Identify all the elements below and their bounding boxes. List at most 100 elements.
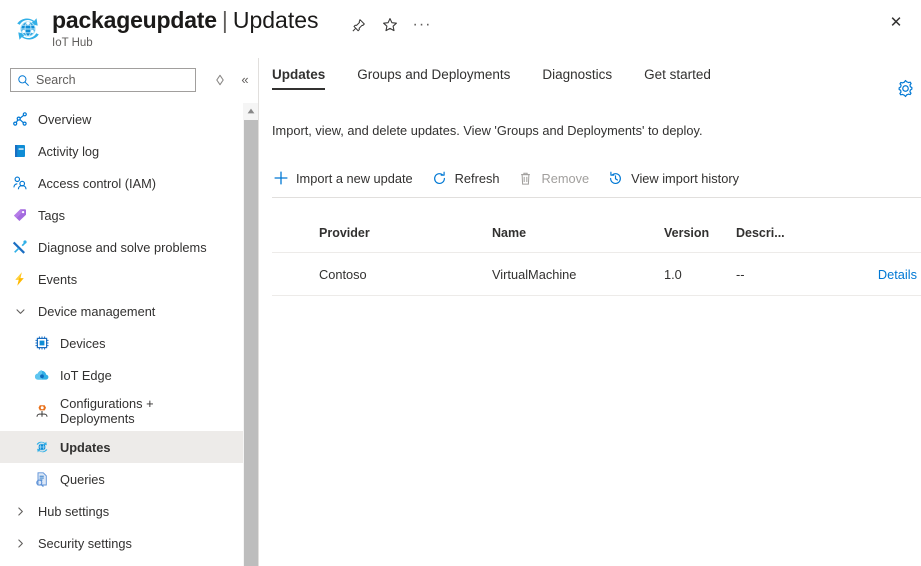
import-a-new-update-button[interactable]: Import a new update (272, 170, 413, 187)
sidebar-item-activity-log[interactable]: Activity log (0, 135, 243, 167)
resource-type-subtitle: IoT Hub (52, 36, 319, 50)
sidebar-item-diagnose[interactable]: Diagnose and solve problems (0, 231, 243, 263)
tab-get-started[interactable]: Get started (644, 61, 711, 90)
configurations-icon (34, 403, 50, 419)
cell-description: -- (736, 267, 804, 282)
content-tabs: Updates Groups and Deployments Diagnosti… (259, 61, 743, 97)
column-header-provider[interactable]: Provider (272, 226, 492, 240)
history-clock-icon (607, 170, 624, 187)
sidebar-item-label: IoT Edge (60, 368, 112, 383)
updates-icon (34, 439, 50, 455)
sidebar-item-label: Configurations + Deployments (60, 396, 220, 427)
diagnose-icon (12, 239, 28, 255)
sidebar-scroll-area: Overview Activity log (0, 103, 259, 566)
sidebar-item-tags[interactable]: Tags (0, 199, 243, 231)
sidebar-item-label: Diagnose and solve problems (38, 240, 207, 255)
tags-icon (12, 207, 28, 223)
blade-content: Updates Groups and Deployments Diagnosti… (259, 58, 921, 566)
command-label: Remove (541, 171, 589, 186)
blade-sidebar: « Overview (0, 58, 259, 566)
access-control-icon (12, 175, 28, 191)
plus-icon (272, 170, 289, 187)
events-icon (12, 271, 28, 287)
sidebar-group-hub-settings[interactable]: Hub settings (0, 495, 243, 527)
tab-updates[interactable]: Updates (272, 61, 325, 90)
sidebar-search-row: « (0, 68, 259, 98)
cell-version: 1.0 (664, 267, 736, 282)
sidebar-item-devices[interactable]: Devices (0, 327, 243, 359)
command-bar: Import a new update Refresh (272, 163, 757, 193)
column-header-name[interactable]: Name (492, 226, 664, 240)
sidebar-item-access-control[interactable]: Access control (IAM) (0, 167, 243, 199)
chevron-right-icon (12, 503, 28, 519)
search-input[interactable] (36, 73, 189, 87)
sidebar-item-label: Activity log (38, 144, 99, 159)
scroll-up-arrow-icon[interactable] (243, 103, 259, 119)
sidebar-group-security-settings[interactable]: Security settings (0, 527, 243, 559)
queries-icon (34, 471, 50, 487)
sidebar-item-label: Events (38, 272, 77, 287)
pin-icon[interactable] (345, 12, 371, 38)
blade-name: Updates (233, 7, 319, 33)
star-icon[interactable] (377, 12, 403, 38)
table-header-row: Provider Name Version Descri... (272, 213, 921, 253)
sidebar-scrollbar[interactable] (243, 103, 259, 566)
table-row[interactable]: Contoso VirtualMachine 1.0 -- Details (272, 253, 921, 296)
page-title: packageupdate|Updates IoT Hub (52, 6, 319, 50)
sidebar-item-label: Overview (38, 112, 91, 127)
sidebar-item-label: Access control (IAM) (38, 176, 156, 191)
details-link[interactable]: Details (804, 267, 921, 282)
command-label: Refresh (455, 171, 500, 186)
title-separator: | (222, 7, 228, 33)
sidebar-group-label: Security settings (38, 536, 132, 551)
pin-blade-icon[interactable] (211, 71, 229, 89)
command-label: View import history (631, 171, 739, 186)
blade-description: Import, view, and delete updates. View '… (272, 123, 703, 138)
command-bar-divider (272, 197, 921, 198)
close-icon[interactable]: ✕ (882, 8, 910, 36)
sidebar-item-updates[interactable]: Updates (0, 431, 243, 463)
refresh-icon (431, 170, 448, 187)
iot-hub-update-icon (12, 13, 44, 45)
activity-log-icon (12, 143, 28, 159)
sidebar-item-queries[interactable]: Queries (0, 463, 243, 495)
sidebar-group-label: Hub settings (38, 504, 109, 519)
refresh-button[interactable]: Refresh (431, 170, 500, 187)
sidebar-item-configurations-deployments[interactable]: Configurations + Deployments (0, 391, 243, 431)
chevron-down-icon (12, 303, 28, 319)
tab-diagnostics[interactable]: Diagnostics (542, 61, 612, 90)
command-label: Import a new update (296, 171, 413, 186)
scrollbar-thumb[interactable] (244, 120, 258, 566)
overview-icon (12, 111, 28, 127)
column-header-version[interactable]: Version (664, 226, 736, 240)
sidebar-item-label: Tags (38, 208, 65, 223)
sidebar-item-iot-edge[interactable]: IoT Edge (0, 359, 243, 391)
blade-header: packageupdate|Updates IoT Hub ··· ✕ (0, 0, 921, 58)
trash-icon (517, 170, 534, 187)
search-icon (17, 74, 30, 87)
chevron-double-left-icon[interactable]: « (236, 70, 254, 90)
sidebar-item-label: Queries (60, 472, 105, 487)
sidebar-item-label: Updates (60, 440, 111, 455)
column-header-description[interactable]: Descri... (736, 226, 804, 240)
gear-icon[interactable] (896, 79, 916, 99)
resource-name: packageupdate (52, 7, 217, 33)
iot-edge-icon (34, 367, 50, 383)
updates-table: Provider Name Version Descri... Contoso … (272, 213, 921, 296)
remove-button: Remove (517, 170, 589, 187)
sidebar-group-label: Device management (38, 304, 155, 319)
cell-provider: Contoso (272, 267, 492, 282)
devices-icon (34, 335, 50, 351)
ellipsis-icon[interactable]: ··· (409, 12, 435, 38)
azure-portal-blade: packageupdate|Updates IoT Hub ··· ✕ (0, 0, 921, 566)
sidebar-item-label: Devices (60, 336, 106, 351)
sidebar-nav-list: Overview Activity log (0, 103, 243, 559)
cell-name: VirtualMachine (492, 267, 664, 282)
chevron-right-icon (12, 535, 28, 551)
sidebar-item-events[interactable]: Events (0, 263, 243, 295)
view-import-history-button[interactable]: View import history (607, 170, 739, 187)
tab-groups-and-deployments[interactable]: Groups and Deployments (357, 61, 510, 90)
sidebar-item-overview[interactable]: Overview (0, 103, 243, 135)
search-box[interactable] (10, 68, 196, 92)
sidebar-group-device-management[interactable]: Device management (0, 295, 243, 327)
